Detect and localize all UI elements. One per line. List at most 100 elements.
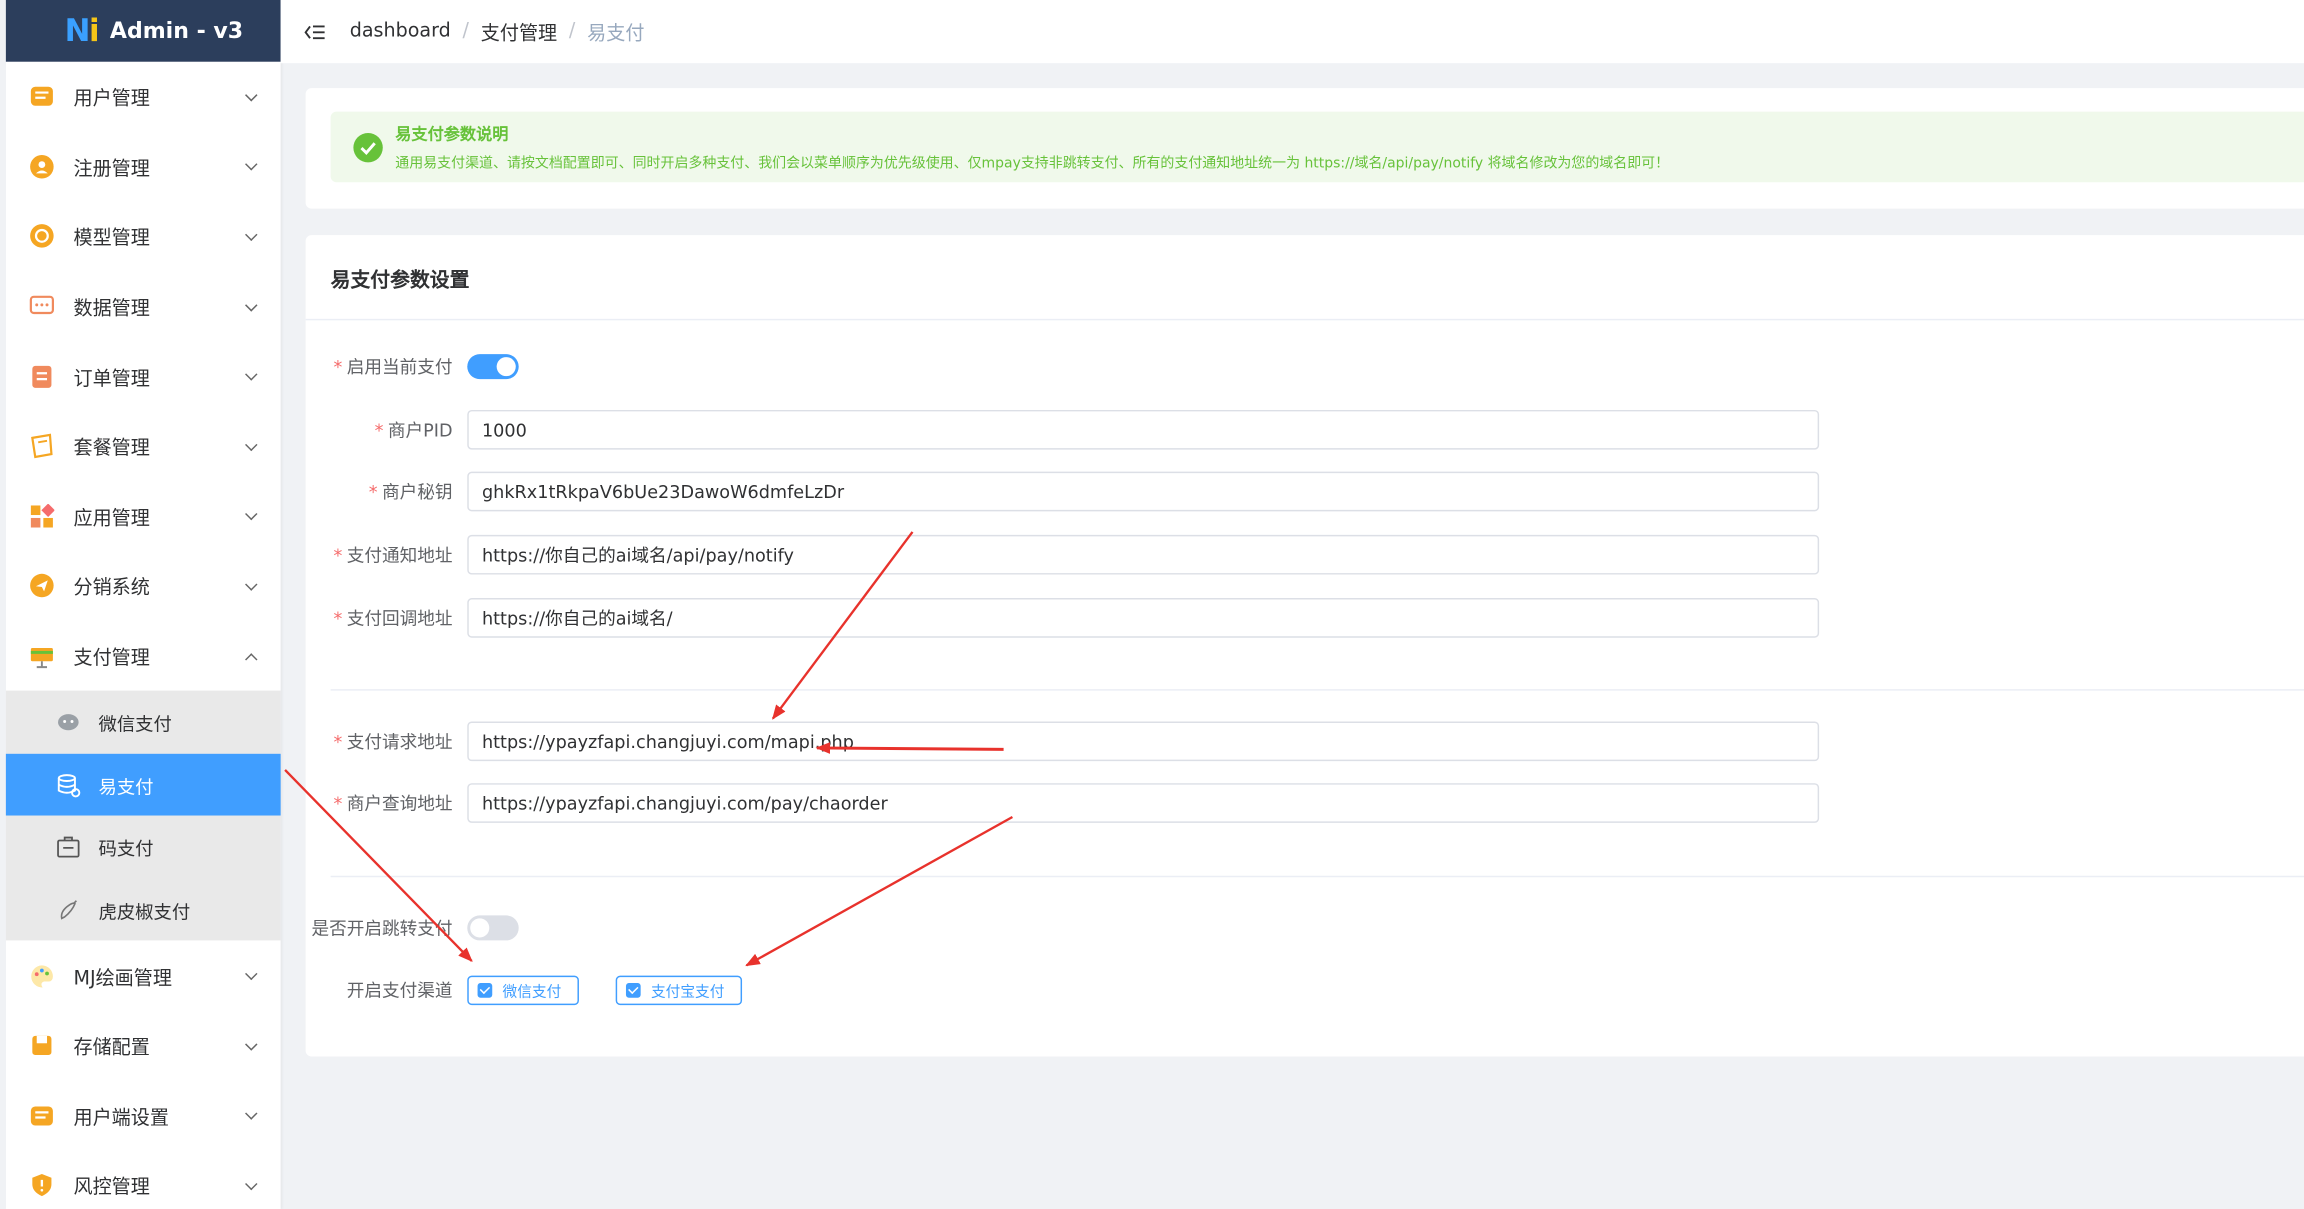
checkbox-checked-icon (625, 982, 641, 997)
chevron-down-icon (245, 578, 258, 591)
chevron-down-icon (245, 967, 258, 981)
sidebar-subitem-label: 虎皮椒支付 (98, 900, 191, 923)
sidebar-item-label: 订单管理 (73, 368, 150, 391)
sidebar-subitem-bag[interactable]: 码支付 (6, 816, 281, 878)
form-row-request: * 支付请求地址 https://ypayzfapi.changjuyi.com/… (306, 721, 1820, 762)
sidebar-subitem-label: 码支付 (98, 837, 154, 860)
notice-card: 易支付参数说明 通用易支付渠道、请按文档配置即可、同时开启多种支付、我们会以菜单… (305, 88, 2304, 209)
request-url-label: 支付请求地址 (346, 731, 453, 753)
package-icon (29, 434, 54, 459)
order-icon (29, 364, 54, 389)
breadcrumb-item-dashboard[interactable]: dashboard (350, 21, 451, 43)
wechat-icon (56, 710, 81, 735)
sidebar-item-model[interactable]: 模型管理 (6, 202, 281, 272)
sidebar-subitem-wechat[interactable]: 微信支付 (6, 691, 281, 753)
sidebar-item-label: 应用管理 (73, 508, 150, 531)
form-row-enable: * 启用当前支付 (306, 347, 519, 387)
notice-description: 通用易支付渠道、请按文档配置即可、同时开启多种支付、我们会以菜单顺序为优先级使用… (395, 155, 1670, 172)
sidebar-item-chat-data[interactable]: 数据管理 (6, 272, 281, 342)
redirect-switch[interactable] (467, 915, 519, 941)
bag-icon (56, 835, 81, 860)
apps-icon (29, 503, 55, 529)
chevron-down-icon (245, 508, 258, 521)
topbar: dashboard / 支付管理 / 易支付 (280, 0, 2304, 64)
sidebar-item-palette[interactable]: MJ绘画管理 (6, 941, 281, 1011)
form-title: 易支付参数设置 (305, 235, 2304, 321)
sidebar-item-label: MJ绘画管理 (73, 967, 173, 990)
sidebar-item-storage[interactable]: 存储配置 (6, 1011, 281, 1081)
register-icon (29, 154, 54, 179)
return-url-input[interactable]: https://你自己的ai域名/ (467, 598, 1820, 638)
chevron-down-icon (245, 438, 258, 451)
sidebar-item-label: 风控管理 (73, 1177, 150, 1200)
form-row-secret: * 商户秘钥 ghkRx1tRkpaV6bUe23DawoW6dmfeLzDr (306, 471, 1820, 512)
sidebar-item-apps[interactable]: 应用管理 (6, 481, 281, 551)
notice-alert: 易支付参数说明 通用易支付渠道、请按文档配置即可、同时开启多种支付、我们会以菜单… (330, 111, 2304, 183)
sidebar-item-label: 分销系统 (73, 578, 150, 601)
sidebar-item-label: 用户管理 (73, 88, 150, 111)
sidebar-item-label: 用户端设置 (73, 1107, 170, 1130)
sidebar-item-label: 注册管理 (73, 158, 150, 181)
form-row-query: * 商户查询地址 https://ypayzfapi.changjuyi.com/… (306, 783, 1820, 823)
sidebar-item-label: 支付管理 (73, 648, 150, 671)
breadcrumb-separator: / (568, 20, 576, 43)
sidebar-item-user-list[interactable]: 用户管理 (6, 62, 281, 132)
distribution-icon (29, 574, 54, 599)
request-url-input[interactable]: https://ypayzfapi.changjuyi.com/mapi.php (467, 721, 1820, 762)
form-row-redirect: 是否开启跳转支付 (306, 908, 519, 948)
sidebar-item-shield[interactable]: 风控管理 (6, 1151, 281, 1209)
payment-icon (29, 644, 54, 669)
sidebar-item-order[interactable]: 订单管理 (6, 341, 281, 411)
chevron-down-icon (245, 298, 258, 311)
sidebar-item-payment[interactable]: 支付管理 (6, 621, 281, 691)
app-title: Admin - v3 (109, 17, 244, 45)
enable-label: 启用当前支付 (346, 357, 453, 378)
chevron-down-icon (245, 158, 258, 172)
client-settings-icon (29, 1103, 54, 1128)
sidebar-item-register[interactable]: 注册管理 (6, 132, 281, 202)
sidebar: Ni Admin - v3 用户管理注册管理模型管理数据管理订单管理套餐管理应用… (5, 0, 281, 1209)
form-row-channels: 开启支付渠道 微信支付 支付宝支付 (306, 970, 779, 1010)
notice-title: 易支付参数说明 (395, 124, 509, 145)
sidebar-item-distribution[interactable]: 分销系统 (6, 551, 281, 621)
sidebar-item-label: 数据管理 (73, 298, 150, 321)
enable-switch[interactable] (467, 354, 519, 380)
database-icon (56, 772, 81, 797)
logo-icon: Ni (64, 13, 100, 49)
payment-submenu: 微信支付 易支付码支付虎皮椒支付 (5, 691, 281, 941)
sidebar-item-label: 存储配置 (73, 1037, 150, 1060)
sidebar-item-label: 模型管理 (73, 228, 150, 251)
chevron-down-icon (245, 1037, 258, 1051)
secret-label: 商户秘钥 (382, 481, 453, 503)
secret-input[interactable]: ghkRx1tRkpaV6bUe23DawoW6dmfeLzDr (467, 471, 1820, 512)
channel-checkbox-wechat[interactable]: 微信支付 (467, 974, 579, 1005)
sidebar-subitem-pepper[interactable]: 虎皮椒支付 (6, 878, 281, 940)
notify-url-input[interactable]: https://你自己的ai域名/api/pay/notify (467, 534, 1820, 575)
sidebar-item-client-settings[interactable]: 用户端设置 (6, 1081, 281, 1151)
sidebar-item-package[interactable]: 套餐管理 (6, 411, 281, 481)
chevron-down-icon (245, 88, 258, 102)
pid-input[interactable]: 1000 (467, 409, 1820, 450)
pid-label: 商户PID (387, 420, 453, 441)
sidebar-subitem-database[interactable]: 易支付 (5, 753, 281, 817)
channel-checkbox-alipay[interactable]: 支付宝支付 (615, 974, 743, 1005)
logo[interactable]: Ni Admin - v3 (5, 0, 281, 62)
palette-icon (29, 963, 54, 988)
chevron-down-icon (245, 368, 258, 381)
redirect-label: 是否开启跳转支付 (311, 918, 453, 939)
divider (330, 689, 2304, 691)
chevron-down-icon (245, 1107, 258, 1121)
chevron-up-icon (245, 652, 258, 666)
chat-data-icon (29, 294, 55, 319)
checkbox-checked-icon (477, 982, 493, 997)
breadcrumb-separator: / (462, 20, 469, 43)
breadcrumb-item-payment[interactable]: 支付管理 (481, 18, 557, 46)
pepper-icon (56, 897, 81, 922)
breadcrumb: dashboard / 支付管理 / 易支付 (350, 18, 645, 46)
query-url-input[interactable]: https://ypayzfapi.changjuyi.com/pay/chao… (467, 783, 1820, 823)
notify-url-label: 支付通知地址 (346, 545, 453, 566)
collapse-sidebar-icon[interactable] (304, 23, 325, 41)
chevron-down-icon (245, 1177, 258, 1191)
form-row-pid: * 商户PID 1000 (306, 409, 1820, 450)
channels-label: 开启支付渠道 (346, 980, 453, 1001)
